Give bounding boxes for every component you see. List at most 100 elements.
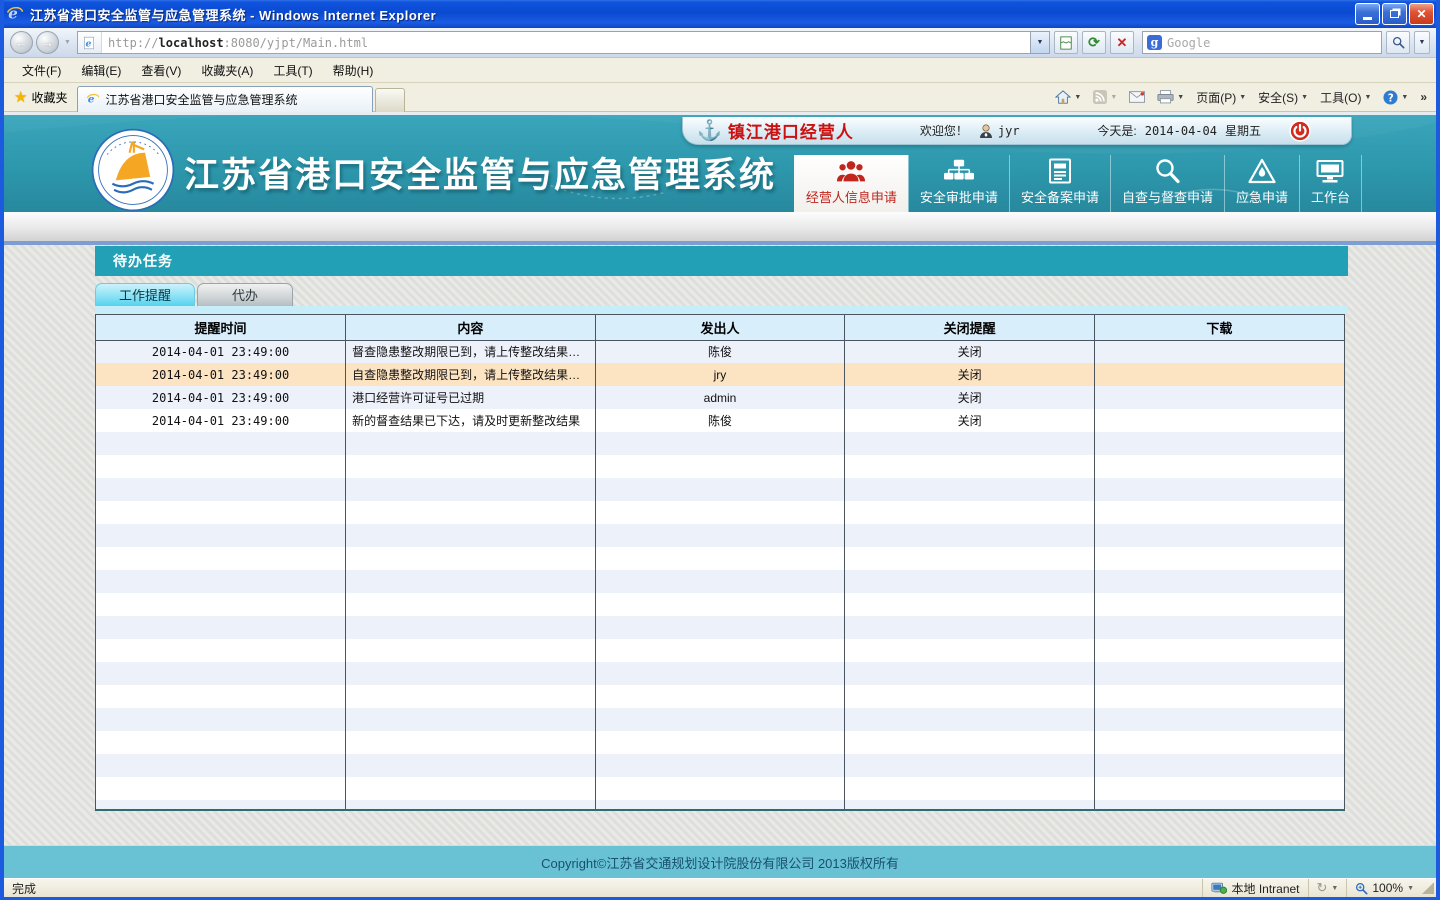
site-footer: Copyright©江苏省交通规划设计院股份有限公司 2013版权所有 <box>4 845 1436 878</box>
close-reminder-link <box>845 685 1095 708</box>
cell-content <box>346 432 596 455</box>
feed-button[interactable]: ▼ <box>1088 87 1122 107</box>
reminder-table-container: 提醒时间 内容 发出人 关闭提醒 下载 2014-04-01 23:49:00督… <box>95 314 1345 811</box>
close-reminder-link[interactable]: 关闭 <box>845 340 1095 363</box>
svg-text:e: e <box>86 38 92 49</box>
cell-sender <box>595 432 845 455</box>
cell-content <box>346 524 596 547</box>
cell-content <box>346 731 596 754</box>
nav-item-operator-info[interactable]: 经营人信息申请 <box>794 155 908 212</box>
home-icon <box>1055 90 1071 104</box>
cell-download <box>1094 432 1344 455</box>
close-reminder-link <box>845 432 1095 455</box>
sub-header-band <box>4 212 1436 245</box>
printer-icon <box>1157 90 1174 104</box>
status-text: 完成 <box>4 880 1202 897</box>
forward-button[interactable]: → <box>36 31 59 54</box>
cell-download <box>1094 455 1344 478</box>
menu-item-favorites[interactable]: 收藏夹(A) <box>191 59 263 82</box>
help-button[interactable]: ? ▼ <box>1378 87 1413 108</box>
menu-item-edit[interactable]: 编辑(E) <box>71 59 131 82</box>
read-mail-button[interactable] <box>1124 88 1150 106</box>
cell-time: 2014-04-01 23:49:00 <box>96 363 346 386</box>
close-reminder-link <box>845 616 1095 639</box>
cell-sender <box>595 685 845 708</box>
logout-button[interactable] <box>1289 120 1311 142</box>
toolbar-overflow-chevron[interactable]: » <box>1415 87 1432 107</box>
cell-download <box>1094 800 1344 811</box>
tab-delegate[interactable]: 代办 <box>197 283 293 306</box>
main-nav: 经营人信息申请 安全审批申请 <box>794 155 1362 212</box>
close-reminder-link <box>845 800 1095 811</box>
nav-item-emergency[interactable]: 应急申请 <box>1224 155 1299 212</box>
search-dropdown-button[interactable]: ▼ <box>1414 31 1430 54</box>
site-header: 江苏省港口安全监管与应急管理系统 ⚓ 镇江港口经营人 欢迎您！ jyr 今天是:… <box>4 112 1436 212</box>
cell-download <box>1094 685 1344 708</box>
menu-item-view[interactable]: 查看(V) <box>131 59 191 82</box>
page-viewport: 江苏省港口安全监管与应急管理系统 ⚓ 镇江港口经营人 欢迎您！ jyr 今天是:… <box>4 112 1436 878</box>
search-box[interactable]: g <box>1142 31 1382 54</box>
table-row <box>96 455 1344 478</box>
cell-time <box>96 616 346 639</box>
table-row <box>96 639 1344 662</box>
cell-content <box>346 501 596 524</box>
nav-item-safety-approval[interactable]: 安全审批申请 <box>908 155 1009 212</box>
nav-item-inspection[interactable]: 自查与督查申请 <box>1110 155 1224 212</box>
menu-item-tools[interactable]: 工具(T) <box>263 59 322 82</box>
address-dropdown-button[interactable]: ▼ <box>1030 32 1049 53</box>
print-button[interactable]: ▼ <box>1152 87 1189 107</box>
back-button[interactable]: ← <box>10 31 33 54</box>
reminder-table-body: 2014-04-01 23:49:00督查隐患整改期限已到，请上传整改结果…陈俊… <box>96 340 1344 811</box>
search-button[interactable] <box>1386 31 1410 54</box>
cell-sender <box>595 731 845 754</box>
cell-sender <box>595 639 845 662</box>
cell-sender <box>595 547 845 570</box>
browser-tab[interactable]: e 江苏省港口安全监管与应急管理系统 <box>77 86 373 112</box>
close-reminder-link <box>845 455 1095 478</box>
org-name: 镇江港口经营人 <box>728 118 854 143</box>
cell-time <box>96 685 346 708</box>
close-reminder-link[interactable]: 关闭 <box>845 409 1095 432</box>
close-reminder-link[interactable]: 关闭 <box>845 363 1095 386</box>
page-menu-button[interactable]: 页面(P)▼ <box>1191 86 1251 109</box>
menu-item-help[interactable]: 帮助(H) <box>323 59 384 82</box>
smartscreen-button[interactable]: ↻ ▼ <box>1308 879 1347 897</box>
cell-sender <box>595 616 845 639</box>
close-reminder-link <box>845 547 1095 570</box>
tools-menu-button[interactable]: 工具(O)▼ <box>1315 86 1376 109</box>
table-row <box>96 593 1344 616</box>
nav-item-workbench[interactable]: 工作台 <box>1299 155 1362 212</box>
stop-button[interactable]: ✕ <box>1110 31 1134 54</box>
username: jyr <box>998 124 1020 138</box>
address-input[interactable]: http://localhost:8080/yjpt/Main.html <box>108 36 368 50</box>
table-row <box>96 524 1344 547</box>
search-input[interactable] <box>1167 36 1377 50</box>
welcome-label: 欢迎您！ <box>920 122 968 139</box>
table-row <box>96 501 1344 524</box>
nav-item-safety-record[interactable]: 安全备案申请 <box>1009 155 1110 212</box>
cell-sender: admin <box>595 386 845 409</box>
compatibility-view-button[interactable] <box>1054 31 1078 54</box>
cell-download <box>1094 731 1344 754</box>
home-button[interactable]: ▼ <box>1050 87 1086 107</box>
new-tab-stub[interactable] <box>375 88 405 112</box>
favorites-star-icon: ★ <box>14 88 27 106</box>
zoom-control[interactable]: 100% ▼ <box>1346 879 1422 897</box>
cell-content <box>346 478 596 501</box>
favorites-button[interactable]: ★ 收藏夹 <box>4 83 77 111</box>
address-bar[interactable]: e http://localhost:8080/yjpt/Main.html ▼ <box>77 31 1050 54</box>
restore-button[interactable] <box>1382 3 1407 25</box>
resize-grip[interactable] <box>1422 882 1434 894</box>
close-reminder-link[interactable]: 关闭 <box>845 386 1095 409</box>
close-button[interactable]: ✕ <box>1409 3 1434 25</box>
menu-item-file[interactable]: 文件(F) <box>12 59 71 82</box>
weekday: 星期五 <box>1225 122 1261 139</box>
close-reminder-link <box>845 708 1095 731</box>
history-dropdown-icon[interactable]: ▼ <box>64 39 71 46</box>
close-reminder-link <box>845 777 1095 800</box>
safety-menu-button[interactable]: 安全(S)▼ <box>1253 86 1313 109</box>
tab-work-reminder[interactable]: 工作提醒 <box>95 283 195 306</box>
refresh-button[interactable]: ⟳ <box>1082 31 1106 54</box>
minimize-button[interactable] <box>1355 3 1380 25</box>
cell-download <box>1094 524 1344 547</box>
